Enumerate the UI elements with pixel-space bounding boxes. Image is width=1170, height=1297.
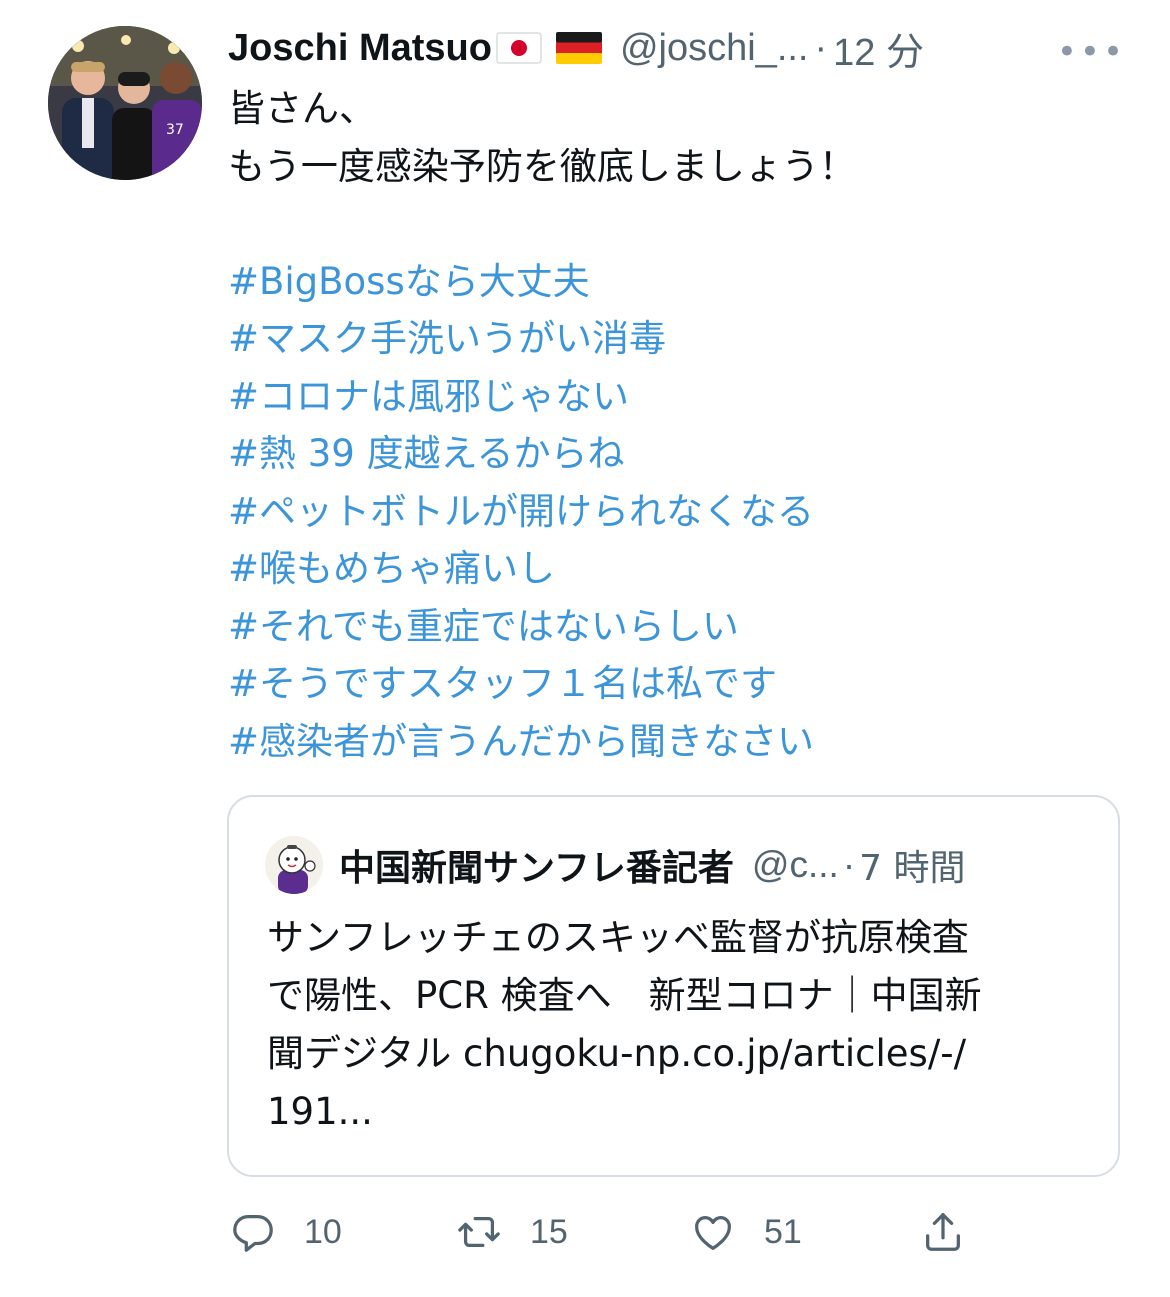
retweet-icon <box>458 1216 500 1248</box>
quoted-tweet-header: 中国新聞サンフレ番記者 @c... · 7 時間 <box>265 835 1088 895</box>
hashtag-link[interactable]: #熱 39 度越えるからね <box>228 425 1128 483</box>
reply-count: 10 <box>304 1212 342 1251</box>
hashtag-link[interactable]: #BigBossなら大丈夫 <box>228 253 1128 311</box>
author-name[interactable]: Joschi Matsuo <box>228 27 492 70</box>
tweet-header: Joschi Matsuo @joschi_... · 12 分 <box>228 20 1140 76</box>
like-count: 51 <box>764 1212 802 1251</box>
hashtag-link[interactable]: #コロナは風邪じゃない <box>228 368 1128 426</box>
hashtag-link[interactable]: #それでも重症ではないらしい <box>228 598 1128 656</box>
quoted-line: 聞デジタル chugoku-np.co.jp/articles/-/ <box>267 1032 967 1075</box>
quoted-author-handle: @c... <box>751 844 839 885</box>
author-handle[interactable]: @joschi_... <box>620 27 809 70</box>
header-separator: · <box>814 26 828 69</box>
quoted-author-avatar <box>265 836 323 894</box>
author-flags <box>496 32 602 64</box>
japan-flag-icon <box>496 32 542 64</box>
quoted-header-separator: · <box>842 844 856 885</box>
quoted-timestamp: 7 時間 <box>859 848 966 889</box>
hashtag-link[interactable]: #ペットボトルが開けられなくなる <box>228 483 1128 541</box>
heart-icon <box>695 1216 731 1250</box>
tweet-text: 皆さん、 もう一度感染予防を徹底しましょう！ #BigBossなら大丈夫 #マス… <box>228 80 1128 770</box>
author-avatar[interactable]: 37 <box>48 26 202 180</box>
mascot-avatar-icon <box>265 836 323 894</box>
share-button[interactable] <box>920 1200 966 1264</box>
quoted-line: サンフレッチェのスキッベ監督が抗原検査 <box>267 916 969 959</box>
more-options-icon[interactable]: ••• <box>1057 32 1126 72</box>
reply-button[interactable]: 10 <box>230 1200 342 1264</box>
hashtag-link[interactable]: #喉もめちゃ痛いし <box>228 540 1128 598</box>
svg-text:37: 37 <box>166 122 184 138</box>
hashtag-link[interactable]: #感染者が言うんだから聞きなさい <box>228 713 1128 771</box>
hashtag-link[interactable]: #そうですスタッフ１名は私です <box>228 655 1128 713</box>
retweet-button[interactable]: 15 <box>456 1200 568 1264</box>
tweet-timestamp[interactable]: 12 分 <box>833 21 924 76</box>
quoted-author-name: 中国新聞サンフレ番記者 <box>339 848 734 889</box>
tweet-action-bar: 10 15 51 <box>0 1200 1170 1264</box>
like-button[interactable]: 51 <box>690 1200 802 1264</box>
share-icon <box>926 1213 960 1251</box>
tweet-line: 皆さん、 <box>228 87 376 130</box>
retweet-count: 15 <box>530 1212 568 1251</box>
quoted-tweet-card[interactable]: 中国新聞サンフレ番記者 @c... · 7 時間 サンフレッチェのスキッベ監督が… <box>227 795 1120 1177</box>
germany-flag-icon <box>555 32 602 64</box>
reply-icon <box>233 1215 273 1252</box>
quoted-line: で陽性、PCR 検査へ 新型コロナ｜中国新 <box>267 974 982 1017</box>
tweet-line: もう一度感染予防を徹底しましょう！ <box>228 144 856 188</box>
avatar-photo: 37 <box>48 26 202 180</box>
hashtag-link[interactable]: #マスク手洗いうがい消毒 <box>228 310 1128 368</box>
quoted-tweet-text: サンフレッチェのスキッベ監督が抗原検査 で陽性、PCR 検査へ 新型コロナ｜中国… <box>267 909 1087 1141</box>
quoted-line: 191... <box>267 1090 373 1133</box>
